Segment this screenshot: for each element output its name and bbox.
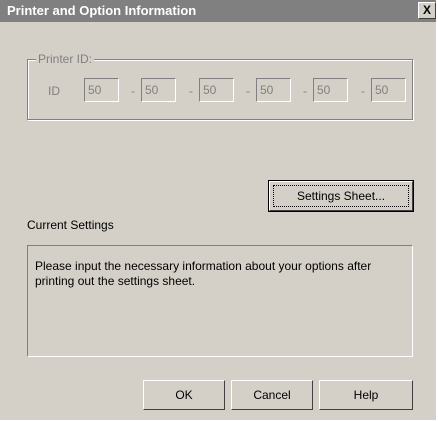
id-field-1[interactable]: 50 (84, 78, 119, 102)
id-field-4[interactable]: 50 (256, 78, 291, 102)
id-field-5[interactable]: 50 (313, 78, 348, 102)
id-field-2[interactable]: 50 (141, 78, 176, 102)
printer-id-group-label: Printer ID: (36, 52, 95, 66)
current-settings-label: Current Settings (27, 218, 114, 232)
window-title: Printer and Option Information (7, 3, 197, 18)
ok-button[interactable]: OK (143, 380, 225, 410)
cancel-button[interactable]: Cancel (231, 380, 313, 410)
id-field-6[interactable]: 50 (371, 78, 406, 102)
close-button[interactable]: X (418, 2, 436, 19)
printer-option-dialog: Printer and Option Information X Printer… (0, 0, 436, 420)
id-field-3[interactable]: 50 (199, 78, 234, 102)
id-separator: - (189, 84, 193, 98)
id-separator: - (303, 84, 307, 98)
id-separator: - (246, 84, 250, 98)
id-separator: - (131, 84, 135, 98)
current-settings-text: Please input the necessary information a… (27, 245, 413, 357)
id-label: ID (48, 84, 60, 98)
settings-sheet-button[interactable]: Settings Sheet... (269, 181, 413, 211)
help-button[interactable]: Help (319, 380, 413, 410)
settings-sheet-label: Settings Sheet... (273, 185, 409, 207)
title-bar[interactable]: Printer and Option Information X (0, 0, 436, 22)
id-separator: - (361, 84, 365, 98)
